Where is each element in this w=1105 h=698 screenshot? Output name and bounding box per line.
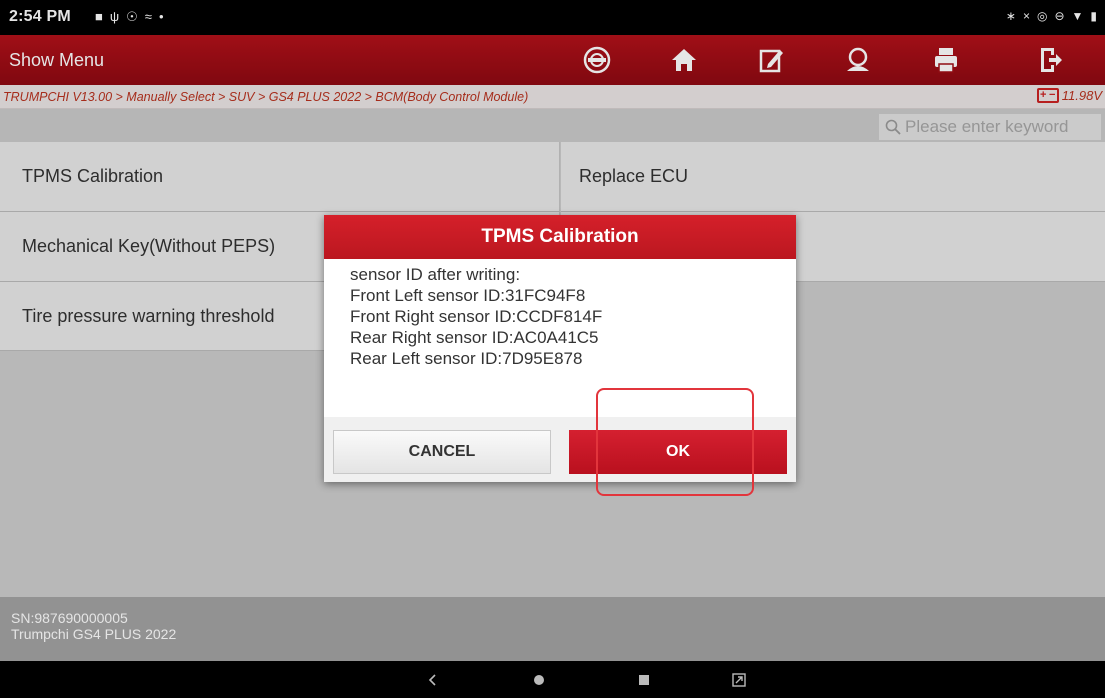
screenshot-button[interactable]	[709, 661, 769, 698]
print-icon	[935, 48, 957, 73]
car-battery-icon: + −	[1036, 88, 1059, 103]
system-nav-bar	[0, 661, 1105, 698]
menu-item-tpms-calibration[interactable]: TPMS Calibration	[0, 142, 560, 212]
voltage-indicator: + − 11.98V	[1036, 88, 1102, 103]
search-icon	[885, 119, 901, 135]
dnd-icon: ⊖	[1054, 9, 1065, 23]
recents-button[interactable]	[614, 661, 674, 698]
battery-icon: ▮	[1090, 9, 1097, 23]
back-icon	[428, 673, 436, 686]
print-button[interactable]	[902, 35, 990, 85]
dialog-line: Front Right sensor ID:CCDF814F	[350, 307, 603, 326]
cancel-button[interactable]: CANCEL	[333, 430, 551, 474]
dialog-line: sensor ID after writing:	[350, 265, 521, 284]
menu-item-label: Replace ECU	[579, 166, 689, 186]
dot-icon: •	[158, 9, 164, 24]
dialog-actions: CANCEL OK	[324, 417, 796, 482]
breadcrumb-bar: TRUMPCHI V13.00 > Manually Select > SUV …	[0, 85, 1105, 109]
recents-icon	[639, 674, 649, 685]
menu-item-label: Mechanical Key(Without PEPS)	[22, 236, 276, 256]
support-icon	[847, 47, 869, 71]
usb-icon: ψ	[109, 9, 120, 24]
voltage-value: 11.98V	[1061, 88, 1102, 103]
menu-item-label: TPMS Calibration	[22, 166, 164, 186]
status-right-icons: ∗ × ◎ ⊖ ▼ ▮	[1006, 9, 1097, 23]
search-box[interactable]	[879, 114, 1101, 140]
vehicle-info-footer: SN:987690000005 Trumpchi GS4 PLUS 2022	[0, 597, 1105, 661]
breadcrumb: TRUMPCHI V13.00 > Manually Select > SUV …	[3, 90, 529, 104]
edit-button[interactable]	[727, 35, 815, 85]
edit-icon	[759, 49, 783, 73]
top-toolbar: Show Menu	[0, 35, 1105, 85]
menu-item-label: Tire pressure warning threshold	[22, 305, 275, 326]
status-time: 2:54 PM	[9, 8, 71, 25]
status-bar: 2:54 PM ■ ψ ☉ ≈ • ∗ × ◎ ⊖ ▼ ▮	[0, 0, 1105, 35]
steering-wheel-icon	[583, 46, 611, 74]
dialog-line: Rear Left sensor ID:7D95E878	[350, 349, 583, 368]
search-bar	[0, 109, 1105, 142]
dialog-line: Rear Right sensor ID:AC0A41C5	[350, 328, 599, 347]
back-button[interactable]	[403, 661, 463, 698]
ok-button[interactable]: OK	[569, 430, 787, 474]
search-input[interactable]	[905, 117, 1100, 137]
steering-wheel-button[interactable]	[553, 35, 641, 85]
menu-item-replace-ecu[interactable]: Replace ECU	[561, 142, 1105, 212]
location-icon: ◎	[1036, 9, 1048, 23]
exit-icon	[1041, 48, 1062, 72]
screenshot-icon	[732, 672, 746, 687]
home-circle-icon	[534, 674, 544, 685]
signal-icon: ≈	[144, 9, 152, 24]
accessibility-icon: ☉	[126, 9, 138, 24]
mute-icon: ×	[1022, 9, 1030, 23]
exit-button[interactable]	[1005, 35, 1093, 85]
tpms-dialog: TPMS Calibration sensor ID after writing…	[324, 215, 796, 482]
dialog-line: Front Left sensor ID:31FC94F8	[350, 286, 586, 305]
image-icon: ■	[95, 9, 103, 24]
home-icon	[672, 49, 696, 71]
bluetooth-icon: ∗	[1005, 9, 1016, 23]
home-button[interactable]	[640, 35, 728, 85]
support-button[interactable]	[814, 35, 902, 85]
dialog-message: sensor ID after writing: Front Left sens…	[350, 264, 780, 414]
home-nav-button[interactable]	[509, 661, 569, 698]
serial-number: SN:987690000005	[11, 610, 128, 626]
dialog-title: TPMS Calibration	[324, 215, 796, 259]
wifi-icon: ▼	[1071, 9, 1084, 23]
vehicle-name: Trumpchi GS4 PLUS 2022	[11, 626, 177, 642]
show-menu-button[interactable]: Show Menu	[9, 50, 104, 71]
status-left-icons: ■ ψ ☉ ≈ •	[95, 9, 164, 25]
